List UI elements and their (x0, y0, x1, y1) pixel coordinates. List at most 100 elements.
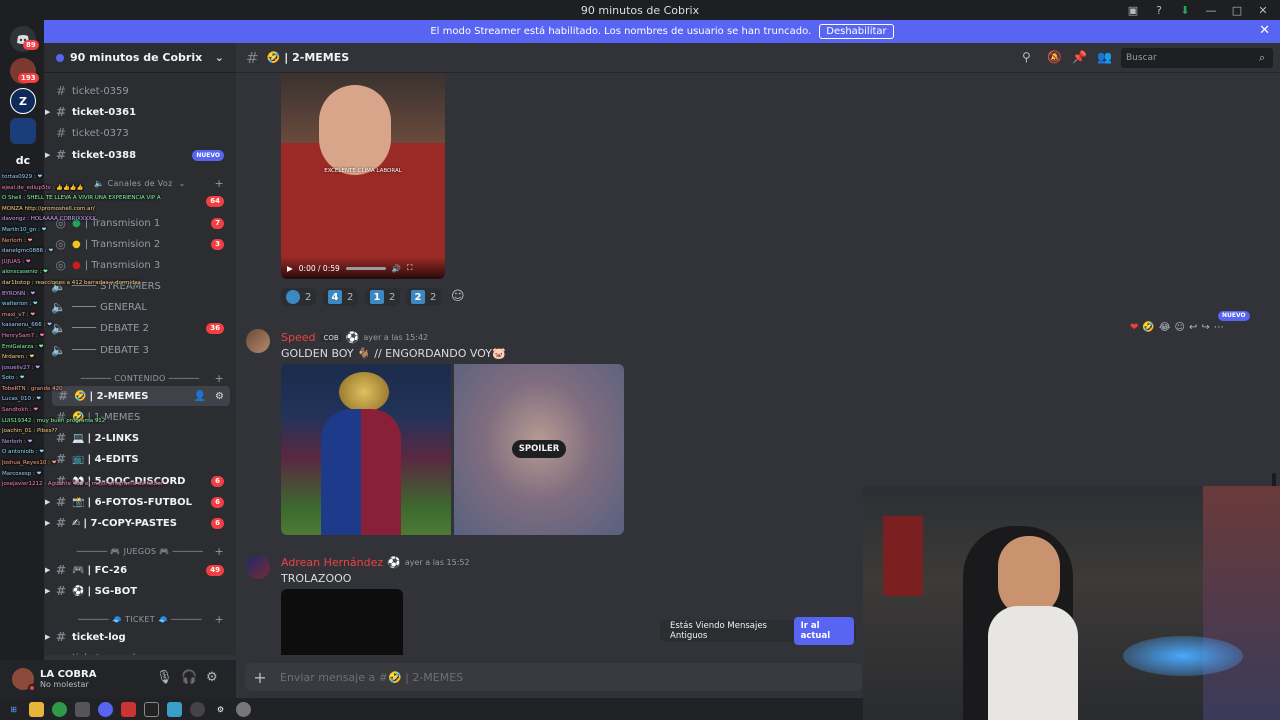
server-icon-blue[interactable] (10, 118, 36, 144)
stream-chat-line: LUIS19342 : muy buen programa 912 (2, 417, 106, 424)
server-icon-cobrix[interactable]: 193 (10, 58, 39, 84)
play-icon[interactable]: ▶ (287, 264, 293, 273)
video-caption: EXCELENTE CLIMA LABORAL (324, 168, 402, 174)
search-input[interactable]: Buscar (1121, 48, 1273, 68)
gear-icon[interactable]: ⚙ (206, 670, 218, 685)
add-channel-icon[interactable]: + (214, 177, 224, 190)
forward-icon[interactable]: ↪ (1201, 322, 1209, 333)
chevron-down-icon[interactable]: ⌄ (215, 51, 224, 64)
app-icon[interactable] (75, 701, 90, 717)
chrome-icon[interactable] (52, 701, 67, 717)
old-messages-text: Estás Viendo Mensajes Antiguos (670, 621, 767, 641)
add-channel-icon[interactable]: + (214, 545, 224, 558)
jump-to-present-button[interactable]: Ir al actual (793, 617, 854, 645)
category-juegos[interactable]: ────── 🎮 JUEGOS 🎮 ────── + (44, 543, 236, 559)
category-ticket[interactable]: ────── 🧢 TICKET 🧢 ────── + (44, 611, 236, 627)
home-discord-icon[interactable]: 89 (10, 26, 39, 52)
user-info[interactable]: LA COBRA No molestar (40, 669, 97, 689)
app-icon[interactable] (190, 701, 205, 717)
add-attachment-icon[interactable]: + (247, 668, 273, 687)
more-icon[interactable]: ⋯ (1214, 322, 1224, 333)
add-channel-icon[interactable]: + (214, 613, 224, 626)
add-reaction-icon[interactable]: ☺ (451, 289, 465, 304)
server-icon-z[interactable]: Z (10, 88, 36, 114)
app-icon[interactable] (236, 701, 251, 717)
message-author[interactable]: Adrean Hernández (281, 556, 383, 569)
volume-icon[interactable]: 🔊 (392, 264, 401, 273)
stream-chat-line: dar1bstop : reacciones a 412 barradas y … (2, 279, 141, 286)
app-icon[interactable] (167, 701, 182, 717)
threads-icon[interactable]: ⚲ (1022, 50, 1031, 64)
old-messages-bar: Estás Viendo Mensajes Antiguos Ir al act… (660, 617, 856, 645)
avatar[interactable] (246, 555, 270, 579)
inbox-icon[interactable]: ▣ (1120, 0, 1146, 20)
app-icon[interactable] (121, 701, 136, 717)
channel-ticket-0373[interactable]: # ticket-0373 (44, 123, 236, 143)
spoiler-label[interactable]: SPOILER (512, 440, 566, 458)
channel-sg-bot[interactable]: ▶ # ⚽ | SG-BOT (44, 581, 236, 601)
gear-icon[interactable]: ⚙ (215, 391, 224, 402)
reaction-pill[interactable]: 2 (281, 288, 317, 306)
heart-reaction-icon[interactable]: ❤ (1130, 322, 1138, 333)
add-channel-icon[interactable]: + (214, 372, 224, 385)
file-explorer-icon[interactable] (29, 701, 44, 717)
stream-chat-line: josejavier1212 : Aguante 412 el mejor pr… (2, 481, 163, 488)
fullscreen-icon[interactable]: ⛶ (407, 263, 412, 273)
reaction-count: 2 (430, 291, 437, 303)
add-reaction-icon[interactable]: ☺ (1175, 322, 1185, 333)
video-controls: ▶ 0:00 / 0:59 🔊 ⛶ (281, 257, 445, 279)
reply-icon[interactable]: ↩ (1189, 322, 1197, 333)
reaction-pill[interactable]: 1 2 (365, 288, 401, 306)
microphone-icon[interactable]: 🎙 (156, 670, 173, 685)
channel-ticket-0359[interactable]: # ticket-0359 (44, 81, 236, 101)
settings-icon[interactable]: ⚙ (213, 702, 228, 717)
caret-icon: ▶ (45, 587, 51, 595)
members-icon[interactable]: 👥 (1097, 50, 1112, 64)
home-badge: 89 (23, 40, 39, 50)
invite-icon[interactable]: 👤 (194, 391, 206, 402)
grinning-reaction-icon[interactable]: 😂 (1159, 322, 1171, 333)
maximize-button[interactable]: □ (1224, 0, 1250, 20)
channel-ticket-0361[interactable]: ▶ # ticket-0361 (44, 102, 236, 122)
message-composer[interactable]: + Enviar mensaje a #🤣 | 2-MEMES (245, 663, 862, 691)
help-icon[interactable]: ? (1146, 0, 1172, 20)
windows-start-icon[interactable]: ⊞ (6, 702, 21, 717)
composer-placeholder: Enviar mensaje a #🤣 | 2-MEMES (280, 670, 464, 684)
stream-chat-line: BYRONN : ❤ (2, 290, 36, 297)
video-attachment[interactable]: EXCELENTE CLIMA LABORAL ▶ 0:00 / 0:59 🔊 … (281, 73, 445, 279)
close-window-button[interactable]: ✕ (1250, 0, 1276, 20)
channel-label: ticket-0359 (72, 85, 129, 97)
reaction-pill[interactable]: 2 2 (406, 288, 442, 306)
channel-ticket-0388[interactable]: ▶ # ticket-0388 NUEVO (44, 145, 236, 165)
channel-badge: 7 (211, 217, 224, 229)
pin-icon[interactable]: 📌 (1072, 50, 1087, 64)
hash-icon: # (55, 84, 66, 98)
minimize-button[interactable]: — (1198, 0, 1224, 20)
server-icon-dc[interactable]: dc (10, 147, 36, 173)
avatar[interactable] (12, 668, 36, 692)
video-attachment-dark[interactable] (281, 589, 403, 655)
channel-fc-26[interactable]: ▶ # 🎮 | FC-26 49 (44, 560, 236, 580)
banner-close-icon[interactable]: ✕ (1259, 23, 1270, 38)
headphones-icon[interactable]: 🎧 (181, 670, 197, 685)
username: LA COBRA (40, 669, 97, 680)
channel-7-copy-pastes[interactable]: ▶ # ✍ | 7-COPY-PASTES 6 (44, 513, 236, 533)
mute-bell-icon[interactable]: 🔕 (1047, 50, 1062, 64)
image-attachment-player[interactable] (281, 364, 451, 535)
disable-streamer-button[interactable]: Deshabilitar (819, 24, 894, 39)
scrollbar-thumb[interactable] (1272, 473, 1276, 487)
reaction-pill[interactable]: 4 2 (323, 288, 359, 306)
webcam-shirt-shape (988, 606, 1078, 720)
channel-ticket-cerrados[interactable]: ticket-cerrados (44, 648, 236, 656)
message-timestamp: ayer a las 15:42 (363, 333, 429, 342)
app-icon[interactable] (144, 701, 159, 717)
user-status: No molestar (40, 680, 89, 689)
download-icon[interactable]: ⬇ (1172, 0, 1198, 20)
message-author[interactable]: Speed (281, 331, 315, 344)
video-progress-bar[interactable] (345, 266, 386, 270)
discord-icon[interactable] (98, 701, 113, 717)
server-header[interactable]: 90 minutos de Cobrix ⌄ (44, 43, 236, 73)
avatar[interactable] (246, 329, 270, 353)
laughing-reaction-icon[interactable]: 🤣 (1142, 322, 1154, 333)
channel-ticket-log[interactable]: ▶ # ticket-log (44, 627, 236, 647)
